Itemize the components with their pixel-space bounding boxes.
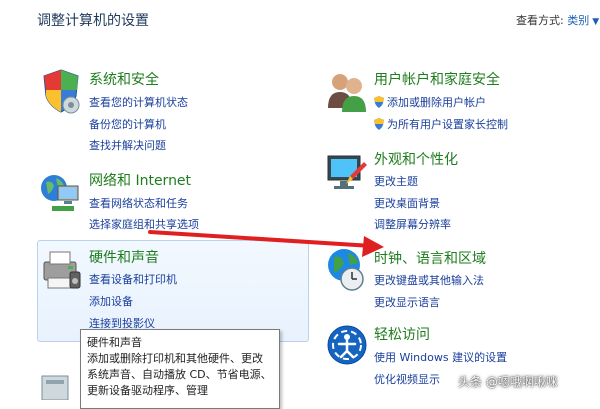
- tooltip-title: 硬件和声音: [87, 336, 142, 349]
- printer-icon[interactable]: [40, 246, 82, 292]
- category-network: 网络和 Internet 查看网络状态和任务 选择家庭组和共享选项: [40, 170, 290, 240]
- globe-clock-icon[interactable]: [326, 247, 368, 293]
- link-devices-printers[interactable]: 查看设备和打印机: [89, 271, 177, 287]
- shield-icon[interactable]: [40, 68, 82, 114]
- users-icon[interactable]: [326, 68, 368, 114]
- uac-shield-icon: [374, 118, 384, 130]
- user-accounts-title[interactable]: 用户帐户和家庭安全: [374, 69, 500, 89]
- hardware-tooltip: 硬件和声音 添加或删除打印机和其他硬件、更改系统声音、自动播放 CD、节省电源、…: [80, 329, 280, 409]
- ease-of-access-icon[interactable]: [326, 323, 368, 369]
- network-title[interactable]: 网络和 Internet: [89, 170, 191, 190]
- ease-of-access-title[interactable]: 轻松访问: [374, 324, 430, 344]
- link-screen-resolution[interactable]: 调整屏幕分辨率: [374, 216, 451, 232]
- system-security-title[interactable]: 系统和安全: [89, 69, 159, 89]
- link-parental-controls[interactable]: 为所有用户设置家长控制: [374, 116, 508, 132]
- link-view-network-status[interactable]: 查看网络状态和任务: [89, 195, 188, 211]
- link-backup-computer[interactable]: 备份您的计算机: [89, 116, 166, 132]
- link-view-computer-status[interactable]: 查看您的计算机状态: [89, 94, 188, 110]
- category-system-security: 系统和安全 查看您的计算机状态 备份您的计算机 查找并解决问题: [40, 68, 290, 158]
- tooltip-body: 添加或删除打印机和其他硬件、更改系统声音、自动播放 CD、节省电源、更新设备驱动…: [87, 352, 272, 397]
- clock-region-title[interactable]: 时钟、语言和区域: [374, 248, 486, 268]
- network-icon[interactable]: [40, 170, 82, 216]
- link-add-remove-accounts[interactable]: 添加或删除用户帐户: [374, 94, 486, 110]
- view-by: 查看方式: 类别 ▼: [516, 12, 599, 28]
- link-add-device[interactable]: 添加设备: [89, 293, 133, 309]
- hardware-title[interactable]: 硬件和声音: [89, 247, 159, 267]
- category-appearance: 外观和个性化 更改主题 更改桌面背景 调整屏幕分辨率: [326, 148, 586, 238]
- category-clock-region: 时钟、语言和区域 更改键盘或其他输入法 更改显示语言: [326, 247, 586, 317]
- category-user-accounts: 用户帐户和家庭安全 添加或删除用户帐户 为所有用户设置家长控制: [326, 68, 586, 138]
- link-optimize-display[interactable]: 优化视频显示: [374, 371, 440, 387]
- programs-icon[interactable]: [38, 372, 72, 400]
- link-change-display-language[interactable]: 更改显示语言: [374, 294, 440, 310]
- uac-shield-icon: [374, 96, 384, 108]
- category-hardware: 硬件和声音 查看设备和打印机 添加设备 连接到投影仪: [40, 246, 290, 336]
- monitor-paint-icon[interactable]: [326, 148, 368, 194]
- page-title: 调整计算机的设置: [37, 13, 149, 29]
- watermark: 头条 @嗯哦啊啾咪: [458, 375, 558, 389]
- appearance-title[interactable]: 外观和个性化: [374, 149, 458, 169]
- link-find-fix-problems[interactable]: 查找并解决问题: [89, 137, 166, 153]
- link-change-theme[interactable]: 更改主题: [374, 173, 418, 189]
- view-by-dropdown[interactable]: 类别: [567, 14, 589, 27]
- chevron-down-icon[interactable]: ▼: [592, 17, 599, 27]
- link-homegroup-sharing[interactable]: 选择家庭组和共享选项: [89, 216, 199, 232]
- link-windows-recommended[interactable]: 使用 Windows 建议的设置: [374, 349, 507, 365]
- link-change-keyboard[interactable]: 更改键盘或其他输入法: [374, 272, 484, 288]
- view-by-label: 查看方式:: [516, 14, 564, 27]
- link-change-background[interactable]: 更改桌面背景: [374, 195, 440, 211]
